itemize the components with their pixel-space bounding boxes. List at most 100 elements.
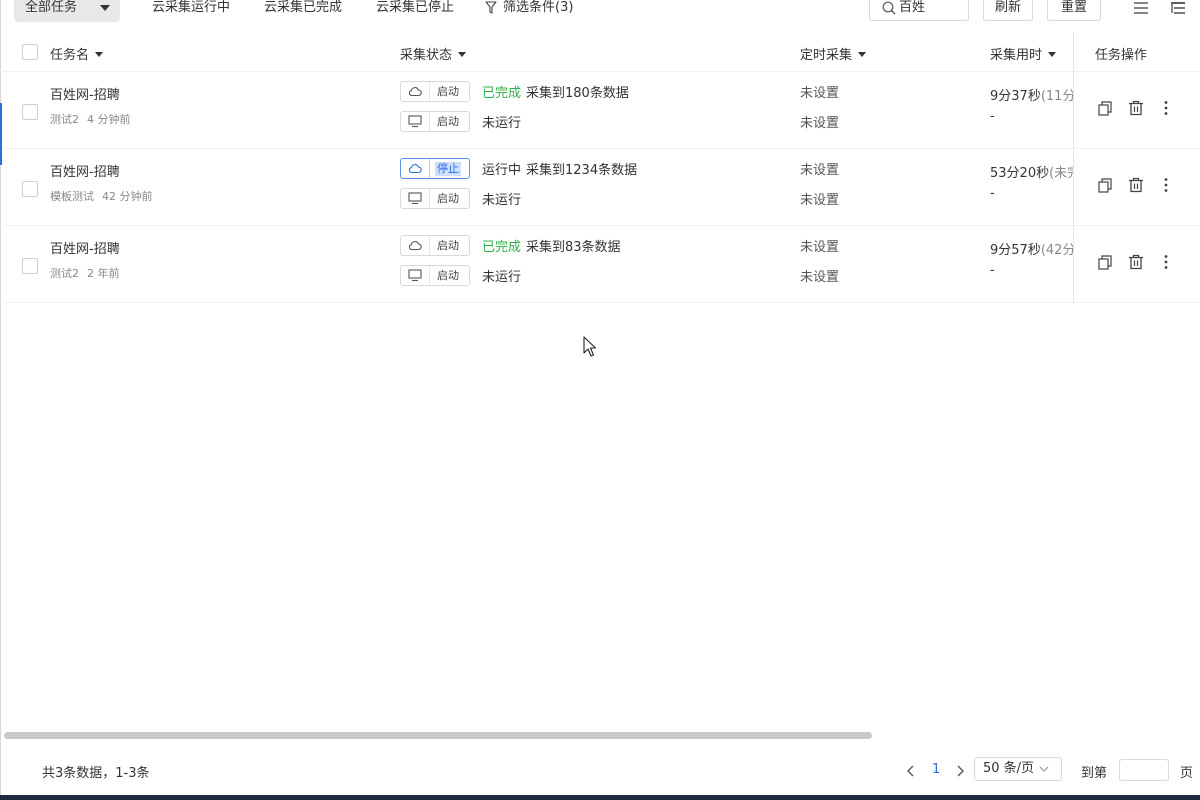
table-row[interactable]: 百姓网-招聘 测试2 2 年前 启动 启动 已完成 采集到83条数据 未运行 未设置… xyxy=(0,226,1200,303)
prev-page-icon[interactable] xyxy=(906,765,916,777)
list-view-icon[interactable] xyxy=(1133,1,1149,15)
reset-button[interactable]: 重置 xyxy=(1047,0,1101,21)
cloud-status-text: 运行中 xyxy=(482,163,522,178)
trash-icon[interactable] xyxy=(1128,100,1144,116)
column-time-used-label: 采集用时 xyxy=(990,48,1043,63)
cloud-start-button[interactable]: 启动 xyxy=(400,81,470,102)
fixed-column-divider xyxy=(1073,32,1074,304)
local-schedule[interactable]: 未设置 xyxy=(800,112,839,131)
monitor-icon xyxy=(408,192,422,205)
page-size-value: 50 条/页 xyxy=(983,761,1035,776)
search-input[interactable]: 百姓 xyxy=(869,0,969,21)
task-meta: 测试2 4 分钟前 xyxy=(50,111,131,127)
local-duration: - xyxy=(990,186,995,201)
more-icon[interactable] xyxy=(1158,177,1174,193)
local-button-label: 启动 xyxy=(437,115,459,128)
row-selection-accent xyxy=(0,103,2,165)
task-name[interactable]: 百姓网-招聘 xyxy=(50,161,120,180)
cloud-button-label: 启动 xyxy=(437,85,459,98)
refresh-button[interactable]: 刷新 xyxy=(983,0,1033,21)
local-start-button[interactable]: 启动 xyxy=(400,188,470,209)
local-start-button[interactable]: 启动 xyxy=(400,111,470,132)
local-duration: - xyxy=(990,263,995,278)
page-suffix: 页 xyxy=(1180,766,1194,781)
monitor-icon xyxy=(408,269,422,282)
table-row[interactable]: 百姓网-招聘 测试2 4 分钟前 启动 启动 已完成 采集到180条数据 未运行 未… xyxy=(0,72,1200,149)
cloud-stop-button[interactable]: 停止 xyxy=(400,158,470,179)
row-checkbox[interactable] xyxy=(22,181,38,197)
copy-icon[interactable] xyxy=(1097,100,1113,116)
pagination-bar: 共3条数据，1-3条 1 50 条/页 到第 页 xyxy=(0,756,1200,786)
duration: 9分57秒(42分 xyxy=(990,239,1074,258)
duration-value: 53分20秒 xyxy=(990,166,1050,181)
total-count: 共3条数据，1-3条 xyxy=(42,766,150,781)
monitor-icon xyxy=(408,115,422,128)
trash-icon[interactable] xyxy=(1128,254,1144,270)
task-meta: 模板测试 42 分钟前 xyxy=(50,188,153,204)
cloud-icon xyxy=(408,87,422,97)
button-divider xyxy=(429,189,430,208)
tab-cloud-stopped[interactable]: 云采集已停止 xyxy=(376,0,454,22)
column-scheduled-label: 定时采集 xyxy=(800,48,853,63)
column-task-name[interactable]: 任务名 xyxy=(50,44,104,63)
task-group: 测试2 xyxy=(50,267,79,280)
cloud-schedule[interactable]: 未设置 xyxy=(800,236,839,255)
local-schedule[interactable]: 未设置 xyxy=(800,266,839,285)
button-divider xyxy=(429,159,430,178)
tree-view-icon[interactable] xyxy=(1170,1,1186,16)
search-value: 百姓 xyxy=(899,0,926,15)
cloud-button-label: 停止 xyxy=(435,162,461,176)
filter-label: 筛选条件(3) xyxy=(503,0,574,15)
more-icon[interactable] xyxy=(1158,100,1174,116)
local-button-label: 启动 xyxy=(437,192,459,205)
duration: 53分20秒(未完 xyxy=(990,162,1074,181)
jump-page-input[interactable] xyxy=(1119,759,1169,781)
column-task-name-label: 任务名 xyxy=(50,48,90,63)
column-time-used[interactable]: 采集用时 xyxy=(990,44,1057,63)
button-divider xyxy=(429,82,430,101)
tab-cloud-done[interactable]: 云采集已完成 xyxy=(264,0,342,22)
table-row[interactable]: 百姓网-招聘 模板测试 42 分钟前 停止 启动 运行中 采集到1234条数据 未运… xyxy=(0,149,1200,226)
page-number-current[interactable]: 1 xyxy=(932,762,940,777)
cloud-start-button[interactable]: 启动 xyxy=(400,235,470,256)
column-task-ops: 任务操作 xyxy=(1095,48,1148,63)
task-name[interactable]: 百姓网-招聘 xyxy=(50,238,120,257)
select-all-checkbox[interactable] xyxy=(22,44,38,60)
tab-cloud-running[interactable]: 云采集运行中 xyxy=(152,0,230,22)
task-time-ago: 2 年前 xyxy=(87,267,120,280)
local-schedule[interactable]: 未设置 xyxy=(800,189,839,208)
table-header: 任务名 采集状态 定时采集 采集用时 任务操作 xyxy=(0,32,1200,72)
row-checkbox[interactable] xyxy=(22,104,38,120)
filter-icon xyxy=(485,1,497,14)
copy-icon[interactable] xyxy=(1097,254,1113,270)
local-start-button[interactable]: 启动 xyxy=(400,265,470,286)
horizontal-scrollbar[interactable] xyxy=(4,732,872,739)
duration-value: 9分37秒 xyxy=(990,89,1041,104)
column-collect-status[interactable]: 采集状态 xyxy=(400,44,467,63)
filter-button[interactable]: 筛选条件(3) xyxy=(485,0,573,22)
sort-caret-icon xyxy=(1048,52,1057,57)
task-group: 模板测试 xyxy=(50,190,94,203)
local-duration: - xyxy=(990,109,995,124)
task-name[interactable]: 百姓网-招聘 xyxy=(50,84,120,103)
cloud-result: 采集到83条数据 xyxy=(526,240,621,255)
column-scheduled[interactable]: 定时采集 xyxy=(800,44,867,63)
search-icon xyxy=(882,1,896,15)
page-size-select[interactable]: 50 条/页 xyxy=(974,757,1062,781)
task-group: 测试2 xyxy=(50,113,79,126)
duration-value: 9分57秒 xyxy=(990,243,1041,258)
button-divider xyxy=(429,236,430,255)
local-button-label: 启动 xyxy=(437,269,459,282)
column-collect-status-label: 采集状态 xyxy=(400,48,453,63)
cloud-schedule[interactable]: 未设置 xyxy=(800,82,839,101)
trash-icon[interactable] xyxy=(1128,177,1144,193)
more-icon[interactable] xyxy=(1158,254,1174,270)
next-page-icon[interactable] xyxy=(955,765,965,777)
row-checkbox[interactable] xyxy=(22,258,38,274)
cloud-schedule[interactable]: 未设置 xyxy=(800,159,839,178)
chevron-down-icon xyxy=(100,5,110,11)
all-tasks-dropdown[interactable]: 全部任务 xyxy=(14,0,120,22)
cloud-icon xyxy=(408,164,422,174)
cloud-icon xyxy=(408,241,422,251)
copy-icon[interactable] xyxy=(1097,177,1113,193)
